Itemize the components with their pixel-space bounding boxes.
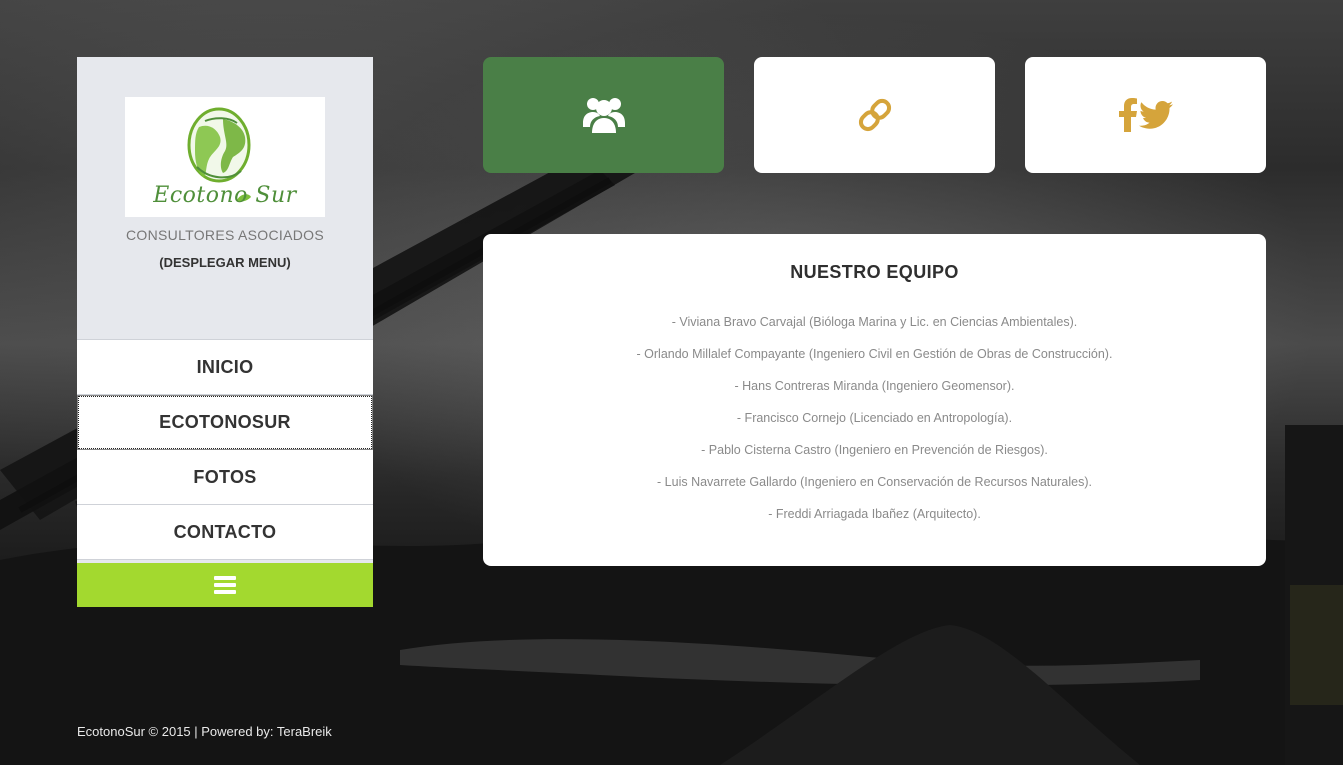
nav-item-contacto[interactable]: CONTACTO	[77, 505, 373, 560]
team-member: - Pablo Cisterna Castro (Ingeniero en Pr…	[701, 443, 1048, 457]
hamburger-icon	[214, 576, 236, 594]
logo-text: Ecotono Sur	[153, 183, 297, 208]
brand-block: Ecotono Sur CONSULTORES ASOCIADOS (DESPL…	[77, 57, 373, 339]
links-card[interactable]	[754, 57, 995, 173]
nav-item-inicio[interactable]: INICIO	[77, 340, 373, 395]
social-card[interactable]	[1025, 57, 1266, 173]
tagline: CONSULTORES ASOCIADOS	[126, 227, 324, 243]
team-member: - Viviana Bravo Carvajal (Bióloga Marina…	[671, 315, 1078, 329]
nav-item-fotos[interactable]: FOTOS	[77, 450, 373, 505]
nav-item-ecotonosur[interactable]: ECOTONOSUR	[77, 395, 373, 450]
team-list: - Viviana Bravo Carvajal (Bióloga Marina…	[483, 312, 1266, 536]
menu-toggle-button[interactable]	[77, 563, 373, 607]
team-member: - Freddi Arriagada Ibañez (Arquitecto).	[768, 507, 981, 521]
users-icon	[582, 98, 625, 133]
team-member: - Luis Navarrete Gallardo (Ingeniero en …	[657, 475, 1092, 489]
facebook-icon[interactable]	[1118, 98, 1137, 132]
link-icon	[858, 98, 891, 132]
main-nav: INICIO ECOTONOSUR FOTOS CONTACTO	[77, 339, 373, 560]
team-member: - Hans Contreras Miranda (Ingeniero Geom…	[734, 379, 1015, 393]
team-member: - Orlando Millalef Compayante (Ingeniero…	[636, 347, 1113, 361]
menu-toggle-link[interactable]: (DESPLEGAR MENU)	[77, 255, 373, 270]
team-panel: NUESTRO EQUIPO - Viviana Bravo Carvajal …	[483, 234, 1266, 566]
team-member: - Francisco Cornejo (Licenciado en Antro…	[736, 411, 1013, 425]
team-card[interactable]	[483, 57, 724, 173]
panel-title: NUESTRO EQUIPO	[790, 262, 959, 282]
footer-text: EcotonoSur © 2015 | Powered by: TeraBrei…	[77, 724, 332, 739]
sidebar: Ecotono Sur CONSULTORES ASOCIADOS (DESPL…	[77, 57, 373, 607]
logo[interactable]: Ecotono Sur	[125, 97, 325, 217]
twitter-icon[interactable]	[1138, 101, 1173, 129]
